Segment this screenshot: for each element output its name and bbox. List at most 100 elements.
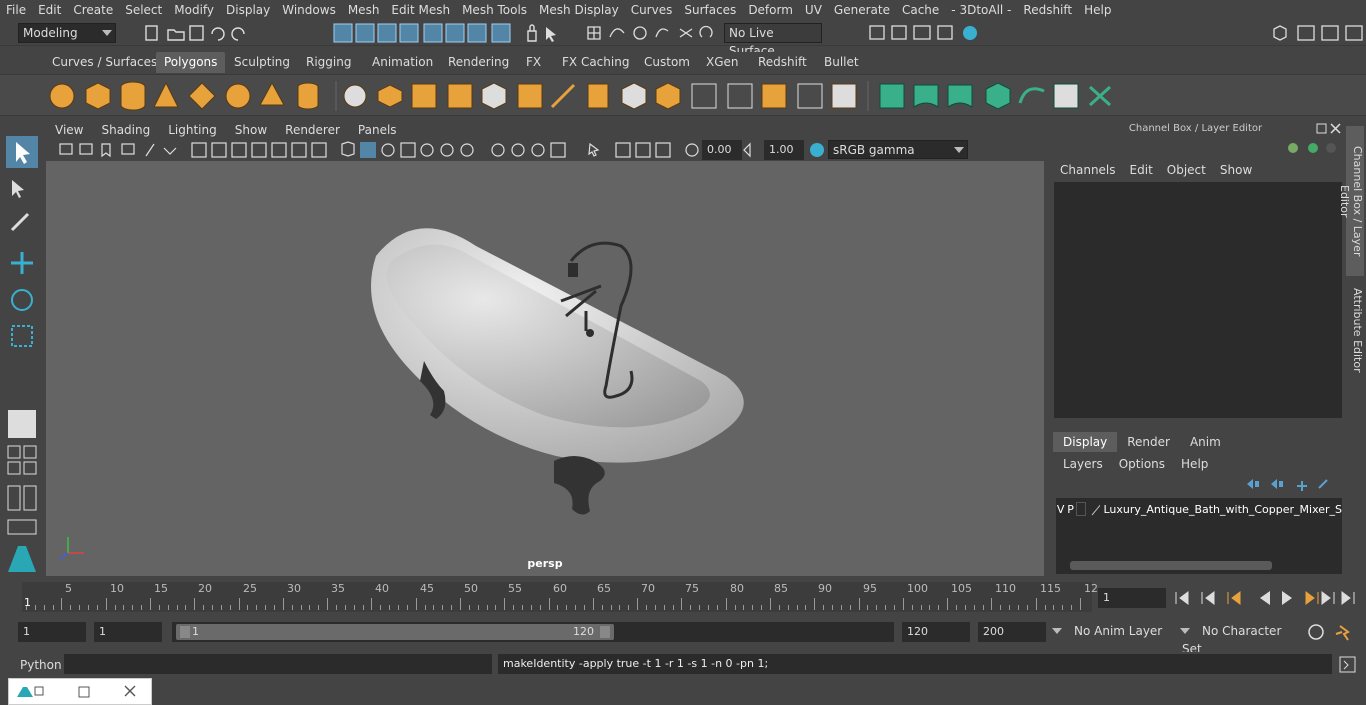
persp-viewport[interactable]: persp xyxy=(46,161,1044,576)
playback-start-field[interactable]: 1 xyxy=(94,622,162,642)
range-handle[interactable]: 1 120 xyxy=(176,624,614,640)
end-time-field[interactable]: 200 xyxy=(978,622,1046,642)
current-frame-field[interactable]: 1 xyxy=(1098,588,1166,608)
render-current-icon xyxy=(891,25,907,40)
shelf-tab-redshift[interactable]: Redshift xyxy=(750,52,815,73)
shelf-tab-bullet[interactable]: Bullet xyxy=(816,52,867,73)
timeline-tick xyxy=(159,605,160,610)
timeline-tick xyxy=(1027,605,1028,610)
target-weld-icon xyxy=(797,83,823,109)
layer-menu-layers[interactable]: Layers xyxy=(1055,454,1111,474)
shelf-tab-xgen[interactable]: XGen xyxy=(698,52,747,73)
menu-display[interactable]: Display xyxy=(220,0,276,20)
channel-menu-channels[interactable]: Channels xyxy=(1053,160,1123,180)
panel-menu-view[interactable]: View xyxy=(46,120,92,140)
restore-icon xyxy=(34,686,44,696)
timeline-tick xyxy=(522,605,523,610)
menu-windows[interactable]: Windows xyxy=(276,0,342,20)
range-handle-left[interactable] xyxy=(180,626,190,638)
panel-menu-panels[interactable]: Panels xyxy=(349,120,406,140)
layer-type-toggle[interactable] xyxy=(1075,502,1086,516)
time-slider[interactable]: 5 10 15 20 25 30 35 40 45 50 55 60 65 70 75 80 85 90 95 100… xyxy=(0,580,1366,616)
timeline-tick-label: 30 xyxy=(287,582,301,595)
timeline-tick-label: 100 xyxy=(907,582,928,595)
menu-select[interactable]: Select xyxy=(119,0,168,20)
soft-select-icon xyxy=(8,410,36,438)
menu-3dtoall[interactable]: - 3DtoAll - xyxy=(945,0,1017,20)
character-set-dropdown[interactable]: No Character Set xyxy=(1178,622,1302,656)
menu-modify[interactable]: Modify xyxy=(168,0,220,20)
tab-channel-box[interactable]: Channel Box / Layer Editor xyxy=(1338,126,1364,276)
shelf-tab-rigging[interactable]: Rigging xyxy=(298,52,359,73)
channel-list[interactable] xyxy=(1054,182,1342,418)
time-ruler[interactable]: 5 10 15 20 25 30 35 40 45 50 55 60 65 70 75 80 85 90 95 100… xyxy=(22,582,1098,612)
panel-menu-show[interactable]: Show xyxy=(226,120,276,140)
layer-scrollbar[interactable] xyxy=(1070,561,1272,570)
workspace-dropdown[interactable]: Modeling xyxy=(18,23,116,43)
shelf-tab-polygons[interactable]: Polygons xyxy=(156,52,226,73)
start-time-field[interactable]: 1 xyxy=(18,622,86,642)
menu-mesh-tools[interactable]: Mesh Tools xyxy=(456,0,533,20)
menu-cache[interactable]: Cache xyxy=(896,0,945,20)
menu-uv[interactable]: UV xyxy=(799,0,828,20)
shelf-tab-sculpting[interactable]: Sculpting xyxy=(226,52,298,73)
shelf-tab-animation[interactable]: Animation xyxy=(364,52,441,73)
menu-file[interactable]: File xyxy=(0,0,32,20)
layer-visibility[interactable]: V xyxy=(1056,503,1065,516)
timeline-tick xyxy=(903,598,904,610)
layer-row[interactable]: V P Luxury_Antique_Bath_with_Copper_Mixe… xyxy=(1056,500,1342,518)
exposure-field[interactable]: 0.00 xyxy=(702,140,742,160)
range-track[interactable]: 1 120 xyxy=(172,622,894,642)
shelf-tab-fx-caching[interactable]: FX Caching xyxy=(554,52,637,73)
layer-tab-anim[interactable]: Anim xyxy=(1180,432,1231,452)
channel-menu-show[interactable]: Show xyxy=(1213,160,1259,180)
menu-mesh-display[interactable]: Mesh Display xyxy=(533,0,625,20)
shelf-tab-curves-surfaces[interactable]: Curves / Surfaces xyxy=(44,52,165,73)
live-surface-field[interactable]: No Live Surface xyxy=(724,23,822,58)
vertex-mask-icon xyxy=(399,23,419,43)
layer-playback[interactable]: P xyxy=(1065,503,1076,516)
panel-menu-renderer[interactable]: Renderer xyxy=(276,120,349,140)
menu-help[interactable]: Help xyxy=(1078,0,1117,20)
menu-generate[interactable]: Generate xyxy=(828,0,896,20)
hide-attrs-icon xyxy=(1326,143,1336,153)
tab-attribute-editor[interactable]: Attribute Editor xyxy=(1346,286,1364,374)
script-editor-icon[interactable] xyxy=(1338,655,1358,675)
anim-layer-dropdown[interactable]: No Anim Layer xyxy=(1050,622,1174,642)
timeline-tick xyxy=(876,605,877,610)
camera-label: persp xyxy=(527,557,563,570)
panel-window-buttons xyxy=(1316,123,1341,134)
layer-menu-options[interactable]: Options xyxy=(1111,454,1173,474)
timeline-tick xyxy=(655,605,656,610)
menu-edit[interactable]: Edit xyxy=(32,0,67,20)
menu-redshift[interactable]: Redshift xyxy=(1017,0,1078,20)
minimized-window[interactable] xyxy=(8,678,152,705)
panel-menu-lighting[interactable]: Lighting xyxy=(159,120,226,140)
menu-create[interactable]: Create xyxy=(67,0,119,20)
colorspace-dropdown[interactable]: sRGB gamma xyxy=(828,140,968,159)
channel-menu-object[interactable]: Object xyxy=(1160,160,1213,180)
shelf-icons xyxy=(49,81,1112,111)
shelf-tab-rendering[interactable]: Rendering xyxy=(440,52,517,73)
menu-deform[interactable]: Deform xyxy=(742,0,799,20)
layer-tab-render[interactable]: Render xyxy=(1117,432,1180,452)
timeline-tick xyxy=(699,605,700,610)
range-handle-right[interactable] xyxy=(600,626,610,638)
gamma-field[interactable]: 1.00 xyxy=(764,140,804,160)
menu-edit-mesh[interactable]: Edit Mesh xyxy=(385,0,456,20)
menu-curves[interactable]: Curves xyxy=(625,0,679,20)
shelf-tab-custom[interactable]: Custom xyxy=(636,52,698,73)
command-input[interactable] xyxy=(64,654,492,674)
playback-end-field[interactable]: 120 xyxy=(902,622,970,642)
layer-tab-display[interactable]: Display xyxy=(1053,432,1118,452)
layer-menu-help[interactable]: Help xyxy=(1173,454,1216,474)
panel-menu-shading[interactable]: Shading xyxy=(92,120,159,140)
channel-menu-edit[interactable]: Edit xyxy=(1123,160,1160,180)
menu-surfaces[interactable]: Surfaces xyxy=(678,0,742,20)
offset-edge-icon xyxy=(655,82,681,110)
shelf-tab-fx[interactable]: FX xyxy=(518,52,549,73)
script-language[interactable]: Python xyxy=(20,656,62,674)
timeline-tick xyxy=(442,605,443,610)
timeline-tick xyxy=(203,605,204,610)
menu-mesh[interactable]: Mesh xyxy=(342,0,386,20)
